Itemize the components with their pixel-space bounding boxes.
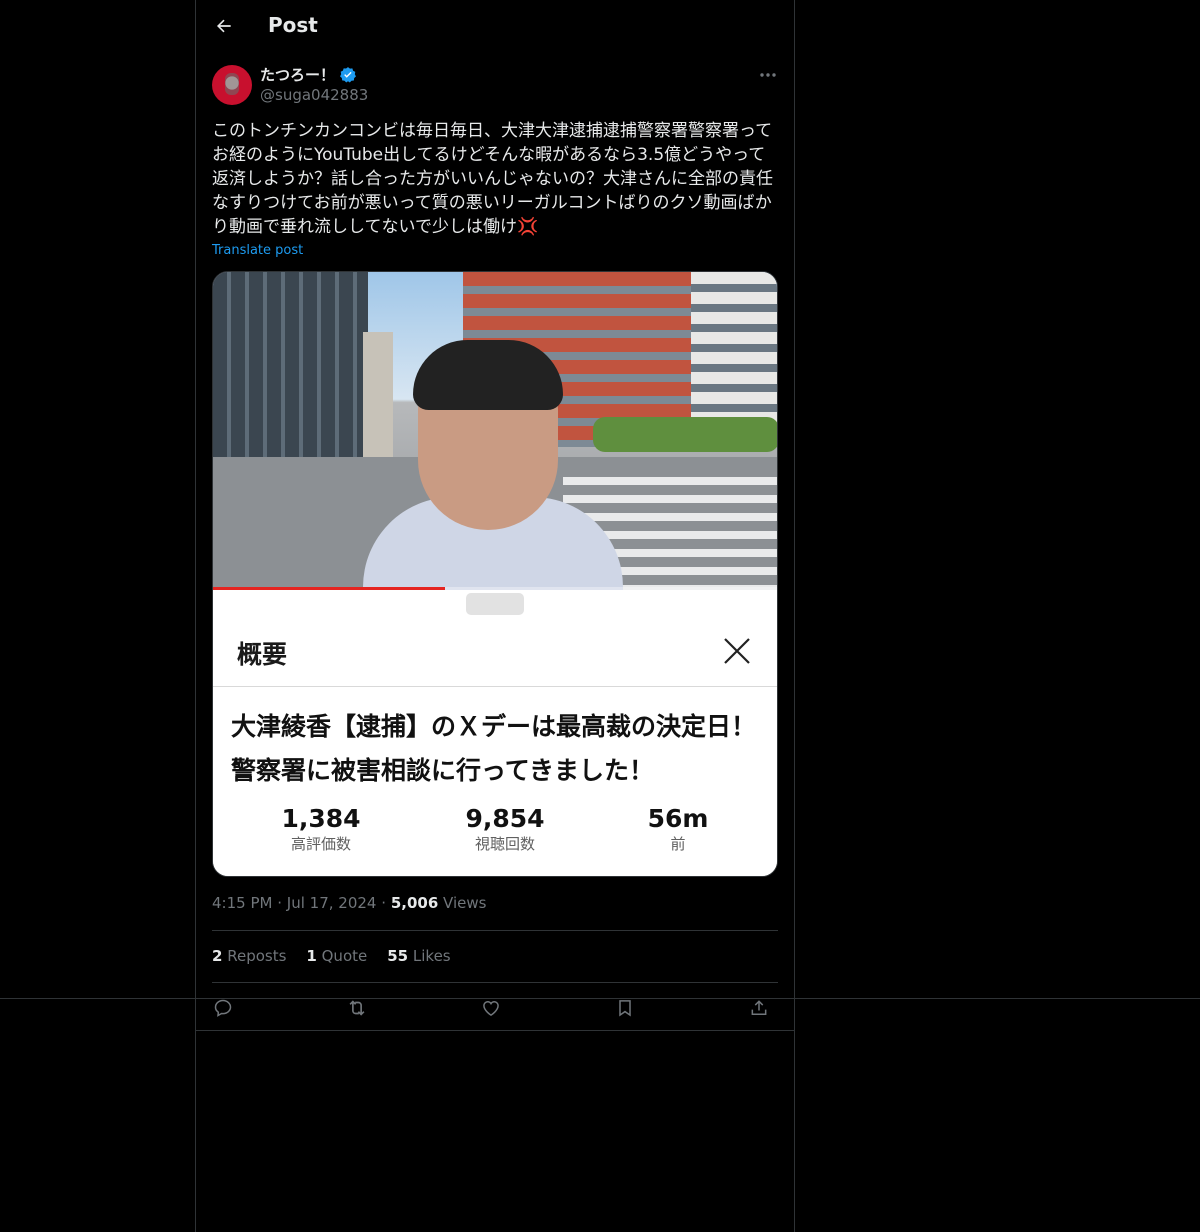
back-arrow-icon [217, 19, 231, 33]
likes-label: Likes [412, 947, 451, 965]
engagement-counts: 2 Reposts 1 Quote 55 Likes [212, 947, 451, 965]
divider [212, 930, 778, 931]
post-text: このトンチンカンコンビは毎日毎日、大津大津逮捕逮捕警察署警察署ってお経のようにY… [212, 121, 773, 237]
stat-value: 9,854 [465, 804, 545, 833]
quotes-label: Quote [321, 947, 368, 965]
close-button[interactable] [721, 635, 753, 667]
sheet-divider [213, 686, 777, 687]
stat-label: 前 [670, 835, 686, 853]
stat-age: 56m 前 [628, 804, 728, 854]
bookmark-button[interactable] [611, 994, 639, 1022]
views-count: 5,006 [390, 894, 439, 912]
divider [212, 982, 778, 983]
stat-views: 9,854 視聴回数 [455, 804, 555, 854]
stat-likes: 1,384 高評価数 [271, 804, 371, 854]
scene-building-left-2 [363, 332, 393, 462]
like-button[interactable] [477, 994, 505, 1022]
translate-post-link[interactable]: Translate post [212, 243, 303, 258]
reposts-label: Reposts [227, 947, 287, 965]
stat-label: 高評価数 [290, 835, 351, 853]
reply-icon [214, 999, 232, 1017]
close-icon [724, 638, 750, 664]
author-name-row: たつろー！ [260, 64, 357, 85]
stat-value: 1,384 [281, 804, 361, 833]
video-frame[interactable] [213, 272, 777, 590]
meta-separator: · [381, 894, 387, 912]
share-icon [751, 1000, 767, 1015]
post-column: Post たつろー！ @suga042883 このトンチンカンコンビは毎日毎日、… [195, 0, 795, 1232]
description-sheet: 概要 大津綾香【逮捕】のＸデーは最高裁の決定日！警察署に被害相談に行ってきました… [213, 590, 777, 876]
likes-count: 55 [387, 947, 409, 965]
back-button[interactable] [212, 14, 236, 38]
divider [196, 1030, 794, 1031]
scene-person-hair [413, 340, 563, 410]
post-meta: 4:15 PM · Jul 17, 2024 · 5,006 Views [212, 894, 486, 912]
reply-button[interactable] [209, 994, 237, 1022]
author-display-name[interactable]: たつろー！ [260, 64, 335, 85]
quotes-count: 1 [306, 947, 317, 965]
post-time[interactable]: 4:15 PM [212, 894, 272, 912]
video-title: 大津綾香【逮捕】のＸデーは最高裁の決定日！警察署に被害相談に行ってきました！ [231, 712, 757, 785]
views-label: Views [443, 894, 487, 912]
author-handle[interactable]: @suga042883 [260, 86, 368, 104]
sheet-title: 概要 [237, 640, 288, 669]
repost-icon [349, 1000, 365, 1016]
reposts-link[interactable]: 2 Reposts [212, 947, 286, 965]
meta-separator: · [277, 894, 283, 912]
repost-button[interactable] [343, 994, 371, 1022]
action-bar [212, 994, 778, 1022]
sheet-drag-handle[interactable] [466, 593, 524, 615]
likes-link[interactable]: 55 Likes [387, 947, 450, 965]
like-icon [483, 1000, 499, 1016]
verified-badge-icon [340, 66, 356, 82]
scene-building-left [213, 272, 368, 462]
more-icon [760, 73, 776, 77]
reposts-count: 2 [212, 947, 223, 965]
page-header: Post [196, 0, 794, 54]
avatar[interactable] [212, 65, 252, 105]
quotes-link[interactable]: 1 Quote [306, 947, 367, 965]
share-button[interactable] [745, 994, 773, 1022]
stat-value: 56m [647, 804, 709, 833]
stat-label: 視聴回数 [474, 835, 535, 853]
post-media[interactable]: 概要 大津綾香【逮捕】のＸデーは最高裁の決定日！警察署に被害相談に行ってきました… [212, 271, 778, 877]
post-date[interactable]: Jul 17, 2024 [287, 894, 377, 912]
more-button[interactable] [756, 64, 780, 86]
bookmark-icon [619, 1000, 631, 1017]
scene-trees [593, 417, 777, 452]
page-title: Post [268, 13, 318, 37]
